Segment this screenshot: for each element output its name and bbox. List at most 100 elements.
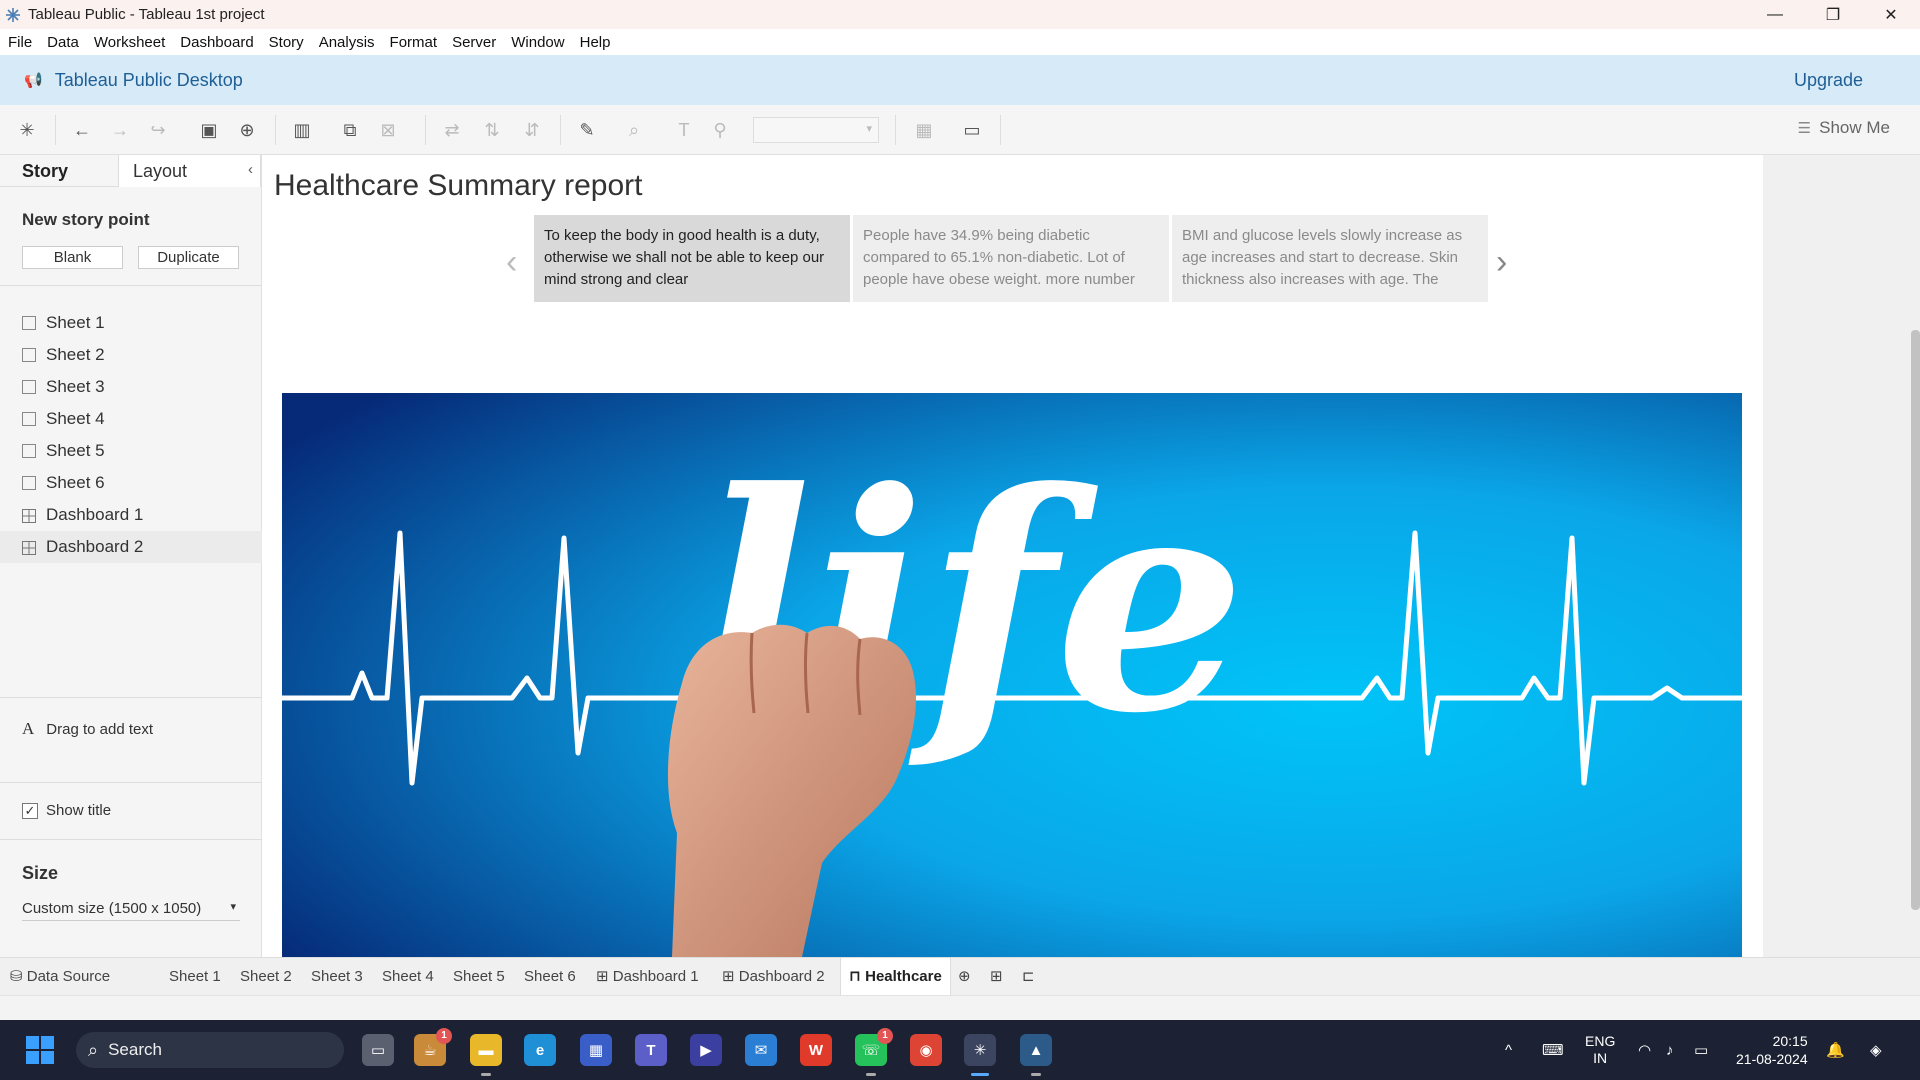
tab-dashboard-2[interactable]: ⊞ Dashboard 2 bbox=[722, 958, 825, 996]
presentation-mode-icon[interactable]: ▭ bbox=[960, 118, 984, 142]
notification-bell-icon[interactable]: 🔔 bbox=[1826, 1020, 1845, 1080]
sheet-item-5[interactable]: Sheet 5 bbox=[0, 435, 262, 467]
tab-sheet-4[interactable]: Sheet 4 bbox=[382, 958, 434, 996]
undo-icon[interactable]: ← bbox=[70, 118, 94, 142]
new-worksheet-icon[interactable]: ▥ bbox=[290, 118, 314, 142]
wifi-icon[interactable]: ◠ bbox=[1638, 1020, 1651, 1080]
duplicate-button[interactable]: Duplicate bbox=[138, 246, 239, 269]
story-point-1[interactable]: To keep the body in good health is a dut… bbox=[534, 215, 850, 302]
menu-help[interactable]: Help bbox=[580, 34, 611, 51]
restore-button[interactable]: ❐ bbox=[1804, 0, 1862, 29]
canvas-margin bbox=[1763, 155, 1920, 957]
duplicate-sheet-icon[interactable]: ⧉ bbox=[338, 118, 362, 142]
new-story-point-heading: New story point bbox=[22, 210, 150, 229]
tab-sheet-1[interactable]: Sheet 1 bbox=[169, 958, 221, 996]
save-icon[interactable]: ▣ bbox=[197, 118, 221, 142]
sheet-item-3[interactable]: Sheet 3 bbox=[0, 371, 262, 403]
window-titlebar: Tableau Public - Tableau 1st project — ❐… bbox=[0, 0, 1920, 29]
collapse-panel-icon[interactable]: ‹ bbox=[248, 161, 253, 178]
task-view-icon[interactable]: ▭ bbox=[362, 1034, 394, 1066]
taskbar-search[interactable]: ⌕ Search bbox=[76, 1032, 344, 1068]
sheet-item-dashboard-2[interactable]: Dashboard 2 bbox=[0, 531, 262, 563]
battery-icon[interactable]: ▭ bbox=[1694, 1020, 1708, 1080]
status-bar bbox=[0, 995, 1920, 1020]
size-heading: Size bbox=[22, 863, 59, 883]
show-mark-labels-icon[interactable]: T bbox=[672, 118, 696, 142]
new-worksheet-tab-icon[interactable]: ⊕ bbox=[958, 958, 971, 996]
menu-server[interactable]: Server bbox=[452, 34, 496, 51]
story-point-3[interactable]: BMI and glucose levels slowly increase a… bbox=[1172, 215, 1488, 302]
menu-format[interactable]: Format bbox=[390, 34, 438, 51]
show-me-button[interactable]: ☰ Show Me bbox=[1798, 118, 1890, 138]
group-members-icon[interactable]: ⌕ bbox=[622, 118, 646, 142]
checkbox-checked-icon: ✓ bbox=[22, 802, 38, 819]
file-explorer-icon[interactable]: ▬ bbox=[470, 1034, 502, 1076]
tab-sheet-3[interactable]: Sheet 3 bbox=[311, 958, 363, 996]
tab-story[interactable]: Story bbox=[0, 155, 118, 187]
size-dropdown[interactable]: Custom size (1500 x 1050) bbox=[22, 900, 240, 921]
menu-data[interactable]: Data bbox=[47, 34, 79, 51]
swap-rows-columns-icon[interactable]: ⇄ bbox=[440, 118, 464, 142]
language-indicator[interactable]: ENG IN bbox=[1585, 1020, 1615, 1080]
tableau-home-icon[interactable]: ✳ bbox=[15, 118, 39, 142]
menu-window[interactable]: Window bbox=[511, 34, 564, 51]
blank-button[interactable]: Blank bbox=[22, 246, 123, 269]
sort-descending-icon[interactable]: ⇵ bbox=[520, 118, 544, 142]
sheet-item-6[interactable]: Sheet 6 bbox=[0, 467, 262, 499]
chrome-icon[interactable]: ◉ bbox=[910, 1034, 942, 1066]
wps-office-icon[interactable]: W bbox=[800, 1034, 832, 1066]
tab-sheet-6[interactable]: Sheet 6 bbox=[524, 958, 576, 996]
tab-healthcare-story[interactable]: ⊓ Healthcare bbox=[840, 958, 951, 996]
new-dashboard-tab-icon[interactable]: ⊞ bbox=[990, 958, 1003, 996]
keyboard-icon[interactable]: ⌨ bbox=[1542, 1020, 1564, 1080]
sheet-item-1[interactable]: Sheet 1 bbox=[0, 307, 262, 339]
teams-icon[interactable]: T bbox=[635, 1034, 667, 1066]
clear-sheet-icon[interactable]: ⊠ bbox=[376, 118, 400, 142]
menu-worksheet[interactable]: Worksheet bbox=[94, 34, 165, 51]
minimize-button[interactable]: — bbox=[1746, 0, 1804, 29]
tableau-taskbar-icon[interactable]: ✳ bbox=[964, 1034, 996, 1076]
sheet-item-dashboard-1[interactable]: Dashboard 1 bbox=[0, 499, 262, 531]
volume-icon[interactable]: ♪ bbox=[1666, 1020, 1674, 1080]
previous-story-point-arrow[interactable]: ‹ bbox=[506, 243, 517, 282]
tab-sheet-2[interactable]: Sheet 2 bbox=[240, 958, 292, 996]
copilot-app-icon[interactable]: ▶ bbox=[690, 1034, 722, 1066]
tab-sheet-5[interactable]: Sheet 5 bbox=[453, 958, 505, 996]
tab-dashboard-1[interactable]: ⊞ Dashboard 1 bbox=[596, 958, 699, 996]
menu-dashboard[interactable]: Dashboard bbox=[180, 34, 253, 51]
show-hidden-icons-chevron[interactable]: ^ bbox=[1505, 1020, 1512, 1080]
copilot-icon[interactable]: ◈ bbox=[1870, 1020, 1882, 1080]
whatsapp-icon[interactable]: ☏ 1 bbox=[855, 1028, 893, 1076]
tableau-viewer-icon[interactable]: ▲ bbox=[1020, 1034, 1052, 1076]
dashboard-icon bbox=[22, 540, 36, 555]
tab-layout[interactable]: Layout bbox=[118, 155, 261, 187]
clock[interactable]: 20:15 21-08-2024 bbox=[1736, 1020, 1808, 1080]
upgrade-link[interactable]: Upgrade bbox=[1794, 70, 1863, 91]
sheet-item-2[interactable]: Sheet 2 bbox=[0, 339, 262, 371]
add-data-source-icon[interactable]: ⊕ bbox=[235, 118, 259, 142]
vertical-scrollbar[interactable] bbox=[1911, 330, 1920, 910]
menu-analysis[interactable]: Analysis bbox=[319, 34, 375, 51]
edge-browser-icon[interactable]: e bbox=[524, 1034, 556, 1066]
drag-text-object[interactable]: A Drag to add text bbox=[22, 719, 153, 739]
menu-file[interactable]: File bbox=[8, 34, 32, 51]
show-title-checkbox[interactable]: ✓ Show title bbox=[22, 802, 111, 819]
microsoft-store-icon[interactable]: ▦ bbox=[580, 1034, 612, 1066]
replay-icon[interactable]: ↪ bbox=[146, 118, 170, 142]
close-button[interactable]: ✕ bbox=[1862, 0, 1920, 29]
tab-data-source[interactable]: ⛁ Data Source bbox=[10, 958, 110, 996]
fix-axes-icon[interactable]: ⚲ bbox=[708, 118, 732, 142]
show-cards-icon[interactable]: ▦ bbox=[912, 118, 936, 142]
sheet-item-4[interactable]: Sheet 4 bbox=[0, 403, 262, 435]
widgets-icon[interactable]: ☕ 1 bbox=[414, 1028, 452, 1066]
sort-ascending-icon[interactable]: ⇅ bbox=[480, 118, 504, 142]
mail-icon[interactable]: ✉ bbox=[745, 1034, 777, 1066]
fit-dropdown[interactable] bbox=[753, 117, 879, 143]
new-story-tab-icon[interactable]: ⊏ bbox=[1022, 958, 1035, 996]
highlight-icon[interactable]: ✎ bbox=[575, 118, 599, 142]
start-button[interactable] bbox=[26, 1036, 54, 1064]
redo-icon[interactable]: → bbox=[108, 118, 132, 142]
menu-story[interactable]: Story bbox=[269, 34, 304, 51]
next-story-point-arrow[interactable]: › bbox=[1496, 243, 1507, 282]
story-point-2[interactable]: People have 34.9% being diabetic compare… bbox=[853, 215, 1169, 302]
